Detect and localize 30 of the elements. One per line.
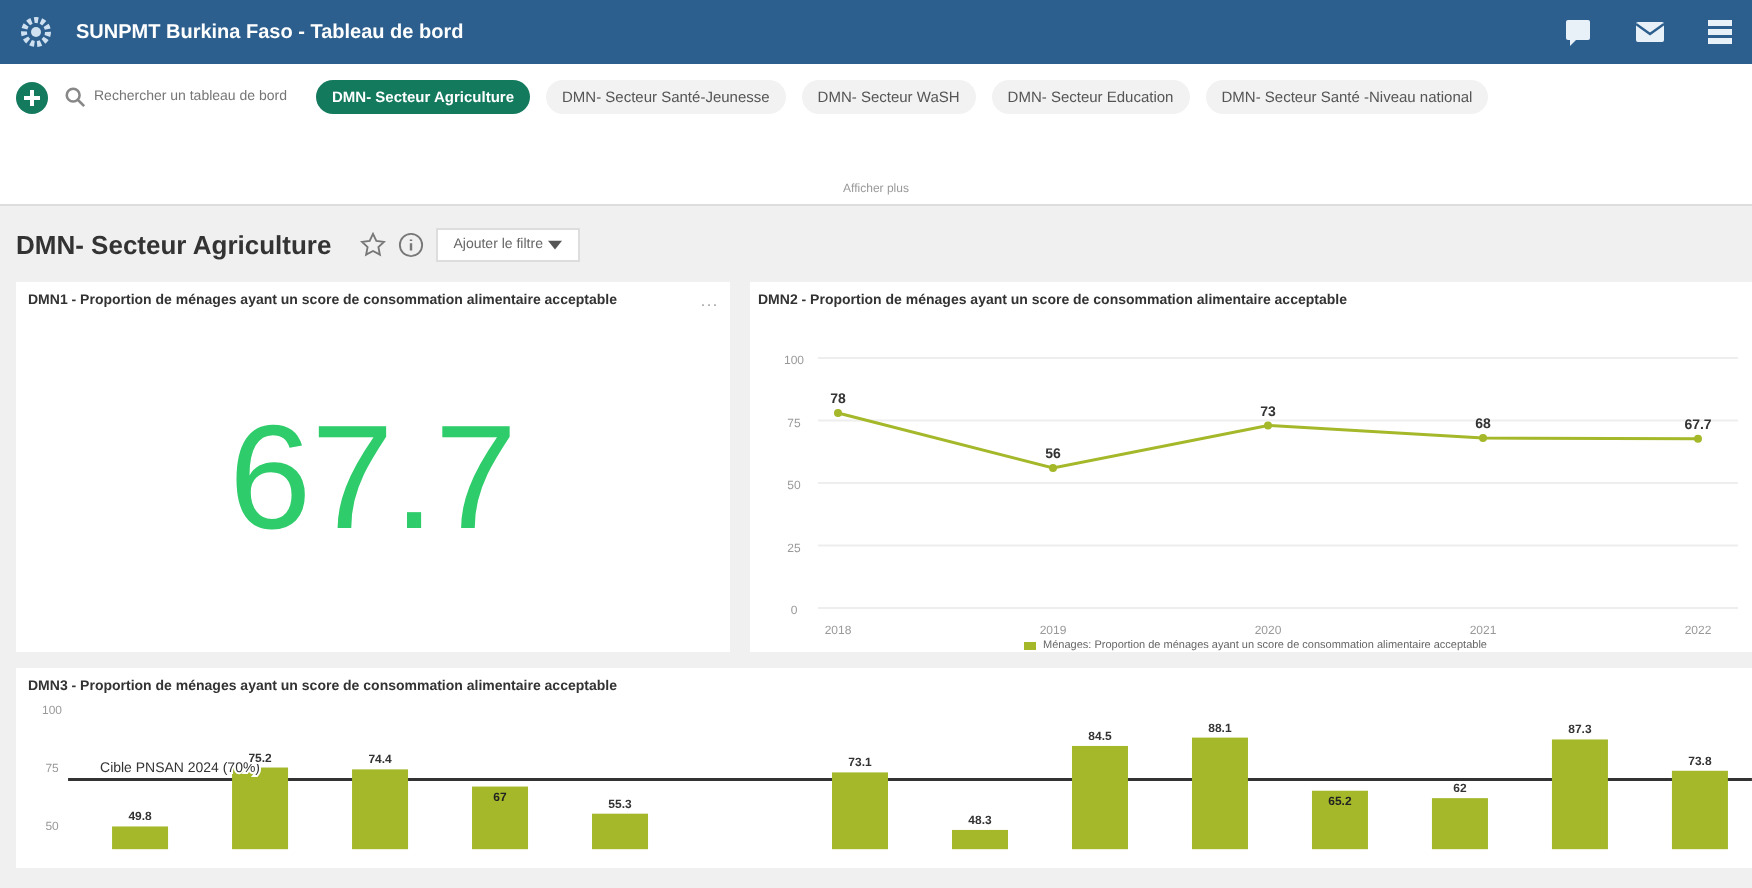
data-point <box>1479 434 1487 442</box>
bar <box>1431 798 1488 850</box>
bar <box>1671 770 1728 850</box>
add-icon[interactable] <box>16 81 48 113</box>
bar <box>832 772 888 850</box>
gear-icon <box>20 16 52 48</box>
dashboard-title: DMN- Secteur Agriculture <box>16 229 332 259</box>
bar <box>1192 737 1248 850</box>
data-point <box>1049 464 1057 472</box>
info-icon[interactable] <box>397 231 424 257</box>
bar <box>1072 745 1128 850</box>
bar <box>952 829 1008 850</box>
chat-icon[interactable] <box>1564 18 1592 46</box>
kpi-value: 67.7 <box>228 392 518 562</box>
star-icon[interactable] <box>359 231 386 257</box>
data-point <box>834 409 842 417</box>
app-title: SUNPMT Burkina Faso - Tableau de bord <box>76 21 464 43</box>
data-point <box>1694 434 1702 443</box>
bar <box>1551 739 1608 850</box>
caret-icon <box>548 239 563 249</box>
bar <box>352 769 409 850</box>
bar <box>1311 790 1368 850</box>
bar <box>112 826 169 850</box>
bar <box>472 786 529 850</box>
data-point <box>1264 421 1272 430</box>
bar <box>592 813 648 850</box>
legend-swatch <box>1023 642 1036 650</box>
search-icon <box>64 86 86 108</box>
mail-icon[interactable] <box>1636 20 1664 44</box>
menu-icon[interactable] <box>1708 20 1732 44</box>
